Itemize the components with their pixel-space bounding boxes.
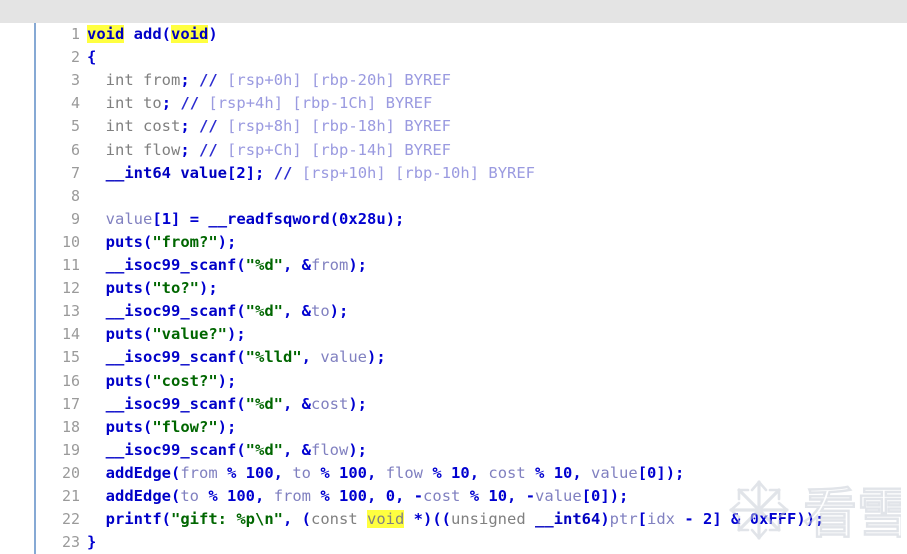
line-content[interactable]: } (87, 531, 96, 554)
code-line[interactable]: 12 puts("to?"); (0, 254, 907, 297)
code-line[interactable]: 8 (0, 162, 907, 205)
line-number: 23 (61, 533, 80, 552)
code-line[interactable]: 7 __int64 value[2]; // [rsp+10h] [rbp-10… (0, 139, 907, 182)
code-line[interactable]: 9 value[1] = __readfsqword(0x28u); (0, 185, 907, 228)
code-line[interactable]: 1 void add(void) (0, 0, 907, 44)
code-line[interactable]: 10 puts("from?"); (0, 208, 907, 251)
code-line[interactable]: 6 int flow; // [rsp+Ch] [rbp-14h] BYREF (0, 115, 907, 159)
code-line[interactable]: 14 puts("value?"); (0, 300, 907, 343)
code-line[interactable]: 23} (0, 508, 907, 551)
pseudocode-window: 1 void add(void) 2{ 3 int from; // [rsp+0… (0, 0, 907, 554)
code-line[interactable]: 2{ (0, 23, 907, 66)
code-line[interactable]: 17 __isoc99_scanf("%d", &cost); (0, 370, 907, 413)
code-editor[interactable]: 1 void add(void) 2{ 3 int from; // [rsp+0… (0, 0, 907, 554)
code-line[interactable]: 13 __isoc99_scanf("%d", &to); (0, 277, 907, 320)
code-line[interactable]: 19 __isoc99_scanf("%d", &flow); (0, 416, 907, 459)
code-line[interactable]: 5 int cost; // [rsp+8h] [rbp-18h] BYREF (0, 92, 907, 135)
code-line[interactable]: 22 printf("gift: %p\n", (const void *)((… (0, 485, 907, 529)
code-line[interactable]: 21 addEdge(to % 100, from % 100, 0, -cos… (0, 462, 907, 505)
code-line[interactable]: 4 int to; // [rsp+4h] [rbp-1Ch] BYREF (0, 69, 907, 112)
code-line[interactable]: 16 puts("cost?"); (0, 346, 907, 390)
code-line[interactable]: 20 addEdge(from % 100, to % 100, flow % … (0, 439, 907, 482)
code-line[interactable]: 18 puts("flow?"); (0, 393, 907, 436)
code-line[interactable]: 3 int from; // [rsp+0h] [rbp-20h] BYREF (0, 46, 907, 89)
code-line[interactable]: 11 __isoc99_scanf("%d", &from); (0, 231, 907, 274)
code-line[interactable]: 15 __isoc99_scanf("%lld", value); (0, 323, 907, 366)
